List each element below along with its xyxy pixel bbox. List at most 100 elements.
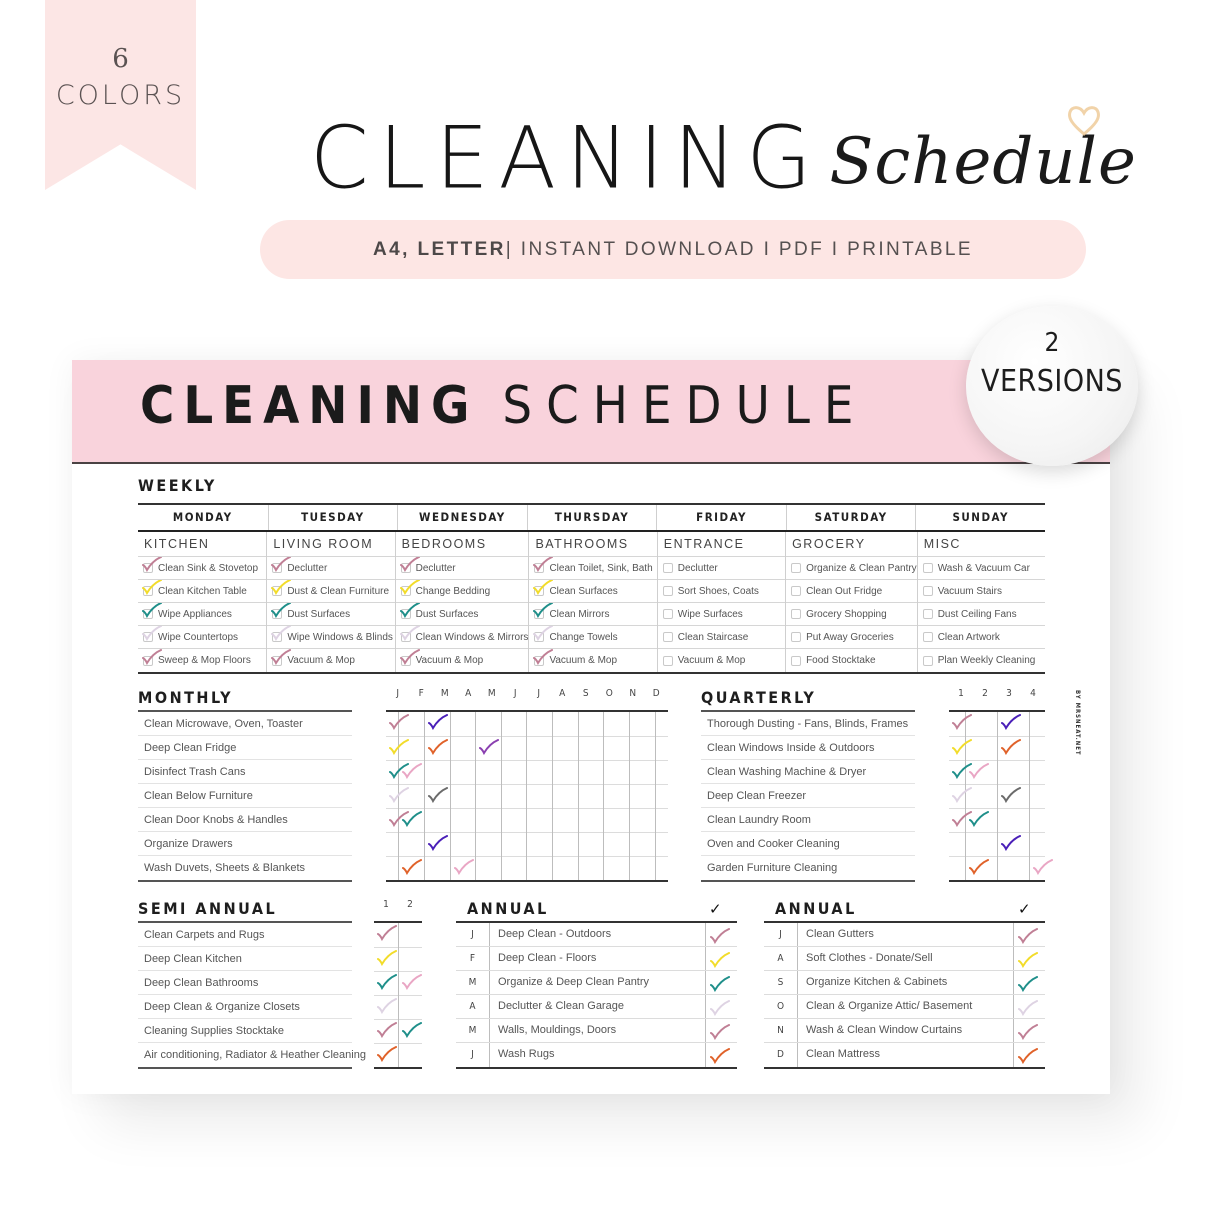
- check-cell[interactable]: [397, 1042, 422, 1067]
- check-cell[interactable]: [654, 759, 668, 784]
- checkbox[interactable]: [791, 609, 802, 619]
- weekly-task-item[interactable]: Declutter: [657, 557, 786, 580]
- checkbox[interactable]: [922, 586, 933, 596]
- check-cell[interactable]: [949, 735, 972, 760]
- weekly-task-item[interactable]: Dust Surfaces: [267, 603, 395, 626]
- weekly-task-item[interactable]: Food Stocktake: [786, 649, 917, 672]
- check-cell[interactable]: [1028, 735, 1045, 760]
- check-cell[interactable]: [386, 831, 399, 856]
- check-cell[interactable]: [475, 807, 502, 832]
- weekly-task-item[interactable]: Clean Out Fridge: [786, 580, 917, 603]
- check-cell[interactable]: [603, 783, 630, 808]
- check-cell[interactable]: [603, 712, 630, 736]
- check-cell[interactable]: [603, 807, 630, 832]
- check-cell[interactable]: [996, 735, 1029, 760]
- check-cell[interactable]: [996, 759, 1029, 784]
- weekly-task-item[interactable]: Sweep & Mop Floors: [138, 649, 266, 672]
- check-cell[interactable]: [577, 712, 604, 736]
- checkbox[interactable]: [271, 603, 292, 619]
- checkbox[interactable]: [399, 649, 420, 666]
- check-cell[interactable]: [949, 831, 965, 856]
- check-cell[interactable]: [654, 831, 668, 856]
- checkbox[interactable]: [533, 626, 554, 642]
- check-cell[interactable]: [397, 923, 422, 947]
- checkbox[interactable]: [271, 626, 292, 642]
- checkbox[interactable]: [922, 563, 933, 573]
- check-cell[interactable]: [705, 1043, 737, 1067]
- check-cell[interactable]: [996, 831, 1029, 856]
- check-cell[interactable]: [386, 783, 409, 808]
- checkbox[interactable]: [399, 603, 420, 619]
- weekly-task-item[interactable]: Sort Shoes, Coats: [657, 580, 786, 603]
- check-cell[interactable]: [449, 807, 476, 832]
- checkbox[interactable]: [142, 649, 162, 666]
- check-cell[interactable]: [449, 735, 476, 760]
- check-cell[interactable]: [423, 807, 451, 832]
- checkbox[interactable]: [533, 557, 554, 573]
- weekly-task-item[interactable]: Clean Windows & Mirrors: [395, 626, 529, 649]
- checkbox[interactable]: [142, 557, 162, 573]
- check-cell[interactable]: [1013, 1019, 1045, 1042]
- weekly-task-item[interactable]: Dust & Clean Furniture: [267, 580, 395, 603]
- check-cell[interactable]: [577, 783, 604, 808]
- check-cell[interactable]: [1028, 855, 1053, 880]
- check-cell[interactable]: [705, 947, 737, 970]
- checkbox[interactable]: [791, 655, 802, 666]
- checkbox[interactable]: [662, 586, 673, 596]
- check-cell[interactable]: [449, 855, 476, 880]
- check-cell[interactable]: [996, 712, 1029, 736]
- check-cell[interactable]: [475, 712, 502, 736]
- check-cell[interactable]: [374, 1018, 398, 1043]
- check-cell[interactable]: [398, 759, 425, 784]
- check-cell[interactable]: [398, 712, 425, 736]
- check-cell[interactable]: [705, 971, 737, 994]
- check-cell[interactable]: [552, 831, 579, 856]
- check-cell[interactable]: [386, 712, 409, 736]
- checkbox[interactable]: [662, 632, 673, 642]
- check-cell[interactable]: [386, 807, 409, 832]
- weekly-task-item[interactable]: Clean Artwork: [917, 626, 1045, 649]
- check-cell[interactable]: [949, 759, 972, 784]
- check-cell[interactable]: [654, 807, 668, 832]
- check-cell[interactable]: [423, 712, 451, 736]
- check-cell[interactable]: [628, 855, 656, 880]
- check-cell[interactable]: [386, 759, 409, 784]
- check-cell[interactable]: [1013, 1043, 1045, 1067]
- checkbox[interactable]: [399, 580, 420, 596]
- check-cell[interactable]: [628, 735, 656, 760]
- check-cell[interactable]: [374, 923, 398, 947]
- check-cell[interactable]: [949, 712, 972, 736]
- check-cell[interactable]: [705, 995, 737, 1018]
- weekly-task-item[interactable]: Wash & Vacuum Car: [917, 557, 1045, 580]
- weekly-task-item[interactable]: Wipe Windows & Blinds: [267, 626, 395, 649]
- check-cell[interactable]: [475, 855, 502, 880]
- check-cell[interactable]: [500, 855, 527, 880]
- weekly-task-item[interactable]: Declutter: [395, 557, 529, 580]
- check-cell[interactable]: [628, 759, 656, 784]
- check-cell[interactable]: [1013, 947, 1045, 970]
- check-cell[interactable]: [654, 855, 668, 880]
- check-cell[interactable]: [423, 783, 451, 808]
- check-cell[interactable]: [949, 807, 972, 832]
- weekly-task-item[interactable]: Wipe Appliances: [138, 603, 267, 626]
- weekly-task-item[interactable]: Clean Sink & Stovetop: [138, 557, 267, 580]
- check-cell[interactable]: [577, 759, 604, 784]
- check-cell[interactable]: [423, 735, 451, 760]
- check-cell[interactable]: [423, 759, 451, 784]
- check-cell[interactable]: [964, 783, 997, 808]
- weekly-task-item[interactable]: Wipe Countertops: [138, 626, 267, 649]
- check-cell[interactable]: [500, 783, 527, 808]
- check-cell[interactable]: [603, 831, 630, 856]
- check-cell[interactable]: [526, 712, 553, 736]
- check-cell[interactable]: [526, 855, 553, 880]
- checkbox[interactable]: [922, 609, 933, 619]
- weekly-task-item[interactable]: Clean Kitchen Table: [138, 580, 267, 603]
- check-cell[interactable]: [964, 807, 997, 832]
- check-cell[interactable]: [577, 807, 604, 832]
- check-cell[interactable]: [964, 712, 997, 736]
- check-cell[interactable]: [552, 855, 579, 880]
- check-cell[interactable]: [500, 831, 527, 856]
- check-cell[interactable]: [500, 735, 527, 760]
- check-cell[interactable]: [949, 783, 972, 808]
- check-cell[interactable]: [577, 855, 604, 880]
